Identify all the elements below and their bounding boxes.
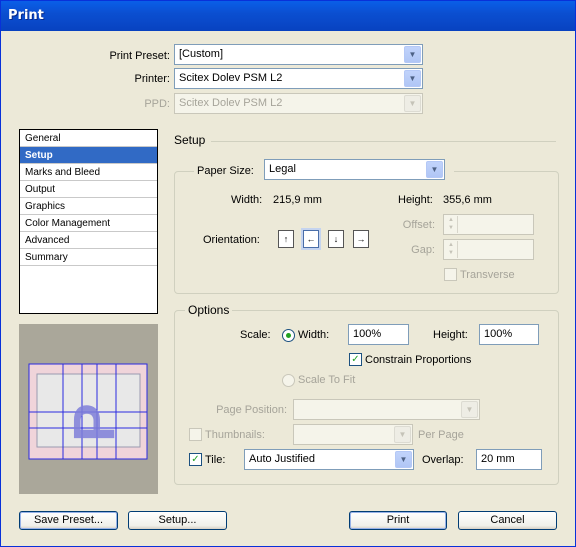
offset-label: Offset: xyxy=(402,219,435,231)
print-preset-label: Print Preset: xyxy=(109,50,170,62)
print-dialog: Print Print Preset: [Custom] ▼ Printer: … xyxy=(0,0,576,547)
paper-size-value: Legal xyxy=(269,163,296,175)
tile-label: Tile: xyxy=(205,454,226,466)
overlap-label: Overlap: xyxy=(422,454,464,466)
scale-height-label: Height: xyxy=(433,329,468,341)
title-bar: Print xyxy=(1,1,575,31)
print-preset-select[interactable]: [Custom] ▼ xyxy=(174,44,423,65)
height-label: Height: xyxy=(398,194,433,206)
page-preview: P xyxy=(19,324,158,494)
ppd-select: Scitex Dolev PSM L2 ▼ xyxy=(174,93,423,114)
thumbnails-label: Thumbnails: xyxy=(205,429,265,441)
options-group-title: Options xyxy=(185,303,233,317)
portrait-icon[interactable]: ↑ xyxy=(278,230,294,248)
setup-section-title: Setup xyxy=(174,133,206,147)
tile-checkbox[interactable]: ✓ xyxy=(189,453,202,466)
offset-field: ▲ ▼ xyxy=(443,214,534,235)
width-label: Width: xyxy=(231,194,263,206)
section-divider xyxy=(211,141,556,142)
gap-label: Gap: xyxy=(411,244,435,256)
preview-letter: P xyxy=(62,403,127,442)
height-value: 355,6 mm xyxy=(443,194,492,206)
reverse-landscape-icon[interactable]: → xyxy=(353,230,369,248)
per-page-label: Per Page xyxy=(418,429,464,441)
scale-label: Scale: xyxy=(240,329,271,341)
scale-to-fit-label: Scale To Fit xyxy=(298,374,356,386)
overlap-input[interactable]: 20 mm xyxy=(476,449,542,470)
ppd-label: PPD: xyxy=(144,98,170,110)
orientation-label: Orientation: xyxy=(203,234,260,246)
cancel-button[interactable]: Cancel xyxy=(458,511,557,530)
sidebar-item-summary[interactable]: Summary xyxy=(20,249,157,266)
printer-label: Printer: xyxy=(134,73,170,85)
print-button[interactable]: Print xyxy=(349,511,447,530)
preview-graphic: P xyxy=(28,363,148,460)
width-value: 215,9 mm xyxy=(273,194,322,206)
sidebar-item-general[interactable]: General xyxy=(20,130,157,147)
category-list: General Setup Marks and Bleed Output Gra… xyxy=(19,129,158,314)
printer-value: Scitex Dolev PSM L2 xyxy=(179,72,283,84)
landscape-icon[interactable]: ← xyxy=(303,230,319,248)
spinner-icon: ▲ ▼ xyxy=(445,216,458,233)
chevron-down-icon: ▼ xyxy=(404,70,421,87)
chevron-down-icon: ▼ xyxy=(394,426,411,443)
sidebar-item-marks-and-bleed[interactable]: Marks and Bleed xyxy=(20,164,157,181)
page-position-label: Page Position: xyxy=(216,404,287,416)
chevron-down-icon: ▼ xyxy=(426,161,443,178)
sidebar-item-graphics[interactable]: Graphics xyxy=(20,198,157,215)
chevron-down-icon: ▼ xyxy=(404,95,421,112)
save-preset-button[interactable]: Save Preset... xyxy=(19,511,118,530)
printer-select[interactable]: Scitex Dolev PSM L2 ▼ xyxy=(174,68,423,89)
scale-to-fit-radio xyxy=(282,374,295,387)
print-preset-value: [Custom] xyxy=(179,48,224,60)
reverse-portrait-icon[interactable]: ↓ xyxy=(328,230,344,248)
gap-field: ▲ ▼ xyxy=(443,239,534,260)
scale-width-label: Width: xyxy=(298,329,330,341)
thumbnails-checkbox xyxy=(189,428,202,441)
paper-size-label: Paper Size: xyxy=(197,165,254,177)
sidebar-item-setup[interactable]: Setup xyxy=(20,147,157,164)
window-title: Print xyxy=(8,8,44,23)
scale-height-input[interactable]: 100% xyxy=(479,324,539,345)
ppd-value: Scitex Dolev PSM L2 xyxy=(179,97,283,109)
chevron-down-icon: ▼ xyxy=(404,46,421,63)
thumbnails-select: ▼ xyxy=(293,424,413,445)
sidebar-item-advanced[interactable]: Advanced xyxy=(20,232,157,249)
tile-select[interactable]: Auto Justified ▼ xyxy=(244,449,414,470)
setup-button[interactable]: Setup... xyxy=(128,511,227,530)
constrain-proportions-checkbox[interactable]: ✓ xyxy=(349,353,362,366)
scale-width-input[interactable]: 100% xyxy=(348,324,409,345)
sidebar-item-color-management[interactable]: Color Management xyxy=(20,215,157,232)
sidebar-item-output[interactable]: Output xyxy=(20,181,157,198)
chevron-down-icon: ▼ xyxy=(461,401,478,418)
page-position-select: ▼ xyxy=(293,399,480,420)
transverse-checkbox xyxy=(444,268,457,281)
tile-value: Auto Justified xyxy=(249,453,316,465)
constrain-proportions-label: Constrain Proportions xyxy=(365,354,472,366)
chevron-down-icon: ▼ xyxy=(395,451,412,468)
scale-width-radio[interactable] xyxy=(282,329,295,342)
paper-size-select[interactable]: Legal ▼ xyxy=(264,159,445,180)
spinner-icon: ▲ ▼ xyxy=(445,241,458,258)
transverse-label: Transverse xyxy=(460,269,515,281)
